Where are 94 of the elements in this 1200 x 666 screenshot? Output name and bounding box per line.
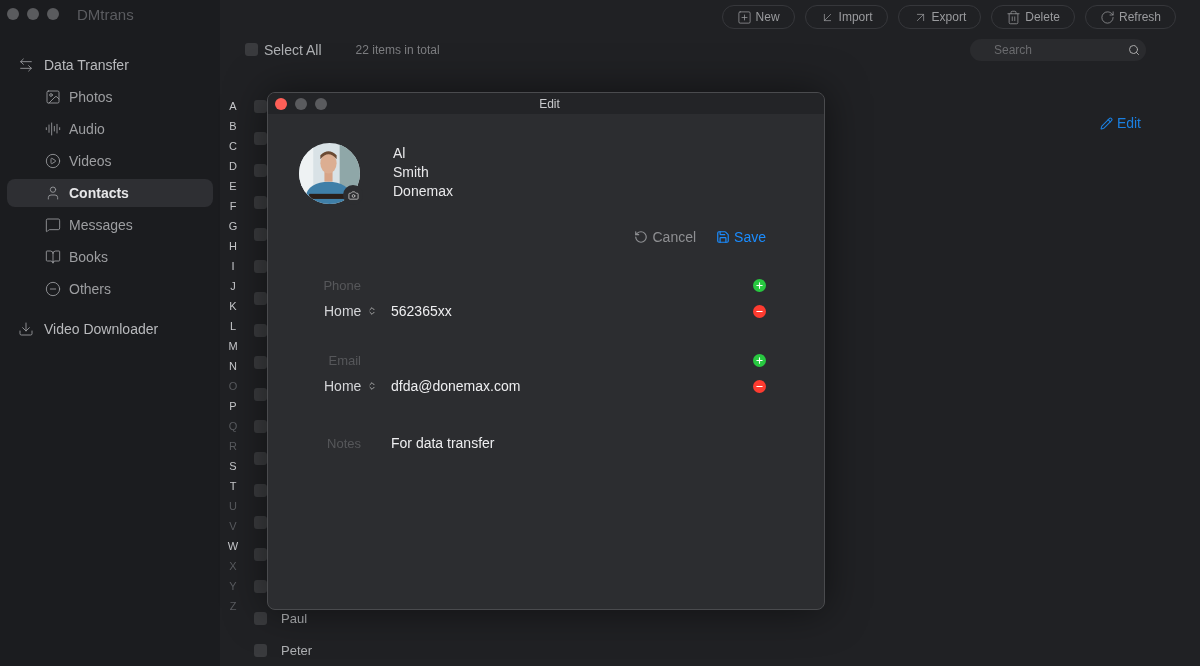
audio-icon: [45, 121, 61, 137]
checkbox[interactable]: [254, 515, 267, 529]
download-icon: [18, 321, 34, 337]
checkbox[interactable]: [254, 195, 267, 209]
up-down-icon: [367, 306, 378, 316]
minimize-window-button[interactable]: [295, 97, 307, 110]
trash-icon: [1006, 9, 1022, 25]
index-letter[interactable]: D: [229, 156, 237, 176]
value-field[interactable]: 562365xx: [391, 303, 753, 319]
index-letter[interactable]: F: [229, 196, 237, 216]
index-letter[interactable]: A: [229, 96, 237, 116]
edit-link[interactable]: Edit: [1099, 115, 1141, 131]
minus-circle-icon: [45, 281, 61, 297]
index-letter[interactable]: M: [228, 336, 238, 356]
sidebar-item[interactable]: Contacts: [7, 179, 213, 207]
search-icon: [1128, 43, 1140, 56]
index-letter[interactable]: S: [229, 456, 237, 476]
type-selector[interactable]: Home: [324, 303, 391, 319]
cancel-button[interactable]: Cancel: [634, 229, 697, 245]
index-letter[interactable]: T: [229, 476, 237, 496]
close-window-button[interactable]: [275, 97, 287, 110]
notes-value[interactable]: For data transfer: [391, 435, 495, 451]
contact-name: Peter: [281, 642, 313, 658]
sidebar-section[interactable]: Data Transfer: [7, 49, 213, 81]
checkbox[interactable]: [254, 547, 267, 561]
save-button[interactable]: Save: [716, 229, 766, 245]
sidebar-section[interactable]: Video Downloader: [7, 313, 213, 345]
app-title: DMtrans: [77, 5, 134, 23]
index-letter[interactable]: B: [229, 116, 237, 136]
checkbox[interactable]: [254, 451, 267, 465]
plus-icon: [755, 280, 764, 290]
index-letter[interactable]: L: [229, 316, 237, 336]
close-window-button[interactable]: [7, 8, 19, 20]
zoom-window-button[interactable]: [47, 8, 59, 20]
index-letter[interactable]: J: [230, 276, 236, 296]
checkbox[interactable]: [254, 611, 267, 625]
sidebar-item[interactable]: Books: [7, 243, 213, 271]
checkbox[interactable]: [254, 355, 267, 369]
checkbox[interactable]: [254, 579, 267, 593]
index-letter[interactable]: G: [228, 216, 238, 236]
checkbox[interactable]: [254, 227, 267, 241]
remove-button[interactable]: [753, 379, 766, 393]
checkbox[interactable]: [254, 131, 267, 145]
play-icon: [45, 153, 61, 169]
checkbox[interactable]: [254, 419, 267, 433]
undo-icon: [634, 230, 649, 244]
sidebar-item[interactable]: Others: [7, 275, 213, 303]
minimize-window-button[interactable]: [27, 8, 39, 20]
index-letter[interactable]: K: [229, 296, 237, 316]
checkbox[interactable]: [254, 643, 267, 657]
index-letter[interactable]: H: [229, 236, 237, 256]
refresh-icon: [1099, 9, 1115, 25]
plus-icon: [755, 355, 764, 365]
camera-icon: [347, 189, 359, 201]
message-icon: [45, 217, 61, 233]
index-letter[interactable]: C: [229, 136, 237, 156]
item-count: 22 items in total: [355, 42, 440, 57]
index-letter[interactable]: N: [229, 356, 237, 376]
select-all-checkbox[interactable]: Select All: [245, 41, 322, 58]
contact-name: Paul: [281, 610, 308, 626]
add-button[interactable]: [753, 353, 766, 367]
checkbox[interactable]: [254, 259, 267, 273]
contact-name-line: Donemax: [393, 182, 453, 201]
index-letter[interactable]: E: [229, 176, 237, 196]
checkbox[interactable]: [254, 163, 267, 177]
checkbox[interactable]: [254, 99, 267, 113]
sidebar-item[interactable]: Messages: [7, 211, 213, 239]
index-letter[interactable]: I: [231, 256, 235, 276]
type-selector[interactable]: Home: [324, 378, 391, 394]
contact-name-line: Al: [393, 144, 407, 163]
checkbox[interactable]: [254, 291, 267, 305]
dialog-title: Edit: [539, 96, 560, 111]
user-icon: [45, 185, 61, 201]
index-letter[interactable]: W: [227, 536, 239, 556]
checkbox[interactable]: [245, 43, 258, 57]
value-field[interactable]: dfda@donemax.com: [391, 378, 753, 394]
pencil-icon: [1099, 116, 1113, 130]
add-button[interactable]: [753, 278, 766, 292]
plus-square-icon: [736, 9, 752, 25]
zoom-window-button[interactable]: [315, 97, 327, 110]
remove-button[interactable]: [753, 304, 766, 318]
checkbox[interactable]: [254, 323, 267, 337]
image-icon: [45, 89, 61, 105]
up-down-icon: [367, 381, 378, 391]
book-icon: [45, 249, 61, 265]
sidebar-item[interactable]: Videos: [7, 147, 213, 175]
checkbox[interactable]: [254, 483, 267, 497]
index-letter[interactable]: P: [229, 396, 237, 416]
sidebar-item[interactable]: Photos: [7, 83, 213, 111]
search-field[interactable]: Search: [970, 38, 1146, 61]
transfer-icon: [18, 57, 34, 73]
sidebar-item[interactable]: Audio: [7, 115, 213, 143]
contact-name-line: Smith: [393, 163, 430, 182]
checkbox[interactable]: [254, 387, 267, 401]
